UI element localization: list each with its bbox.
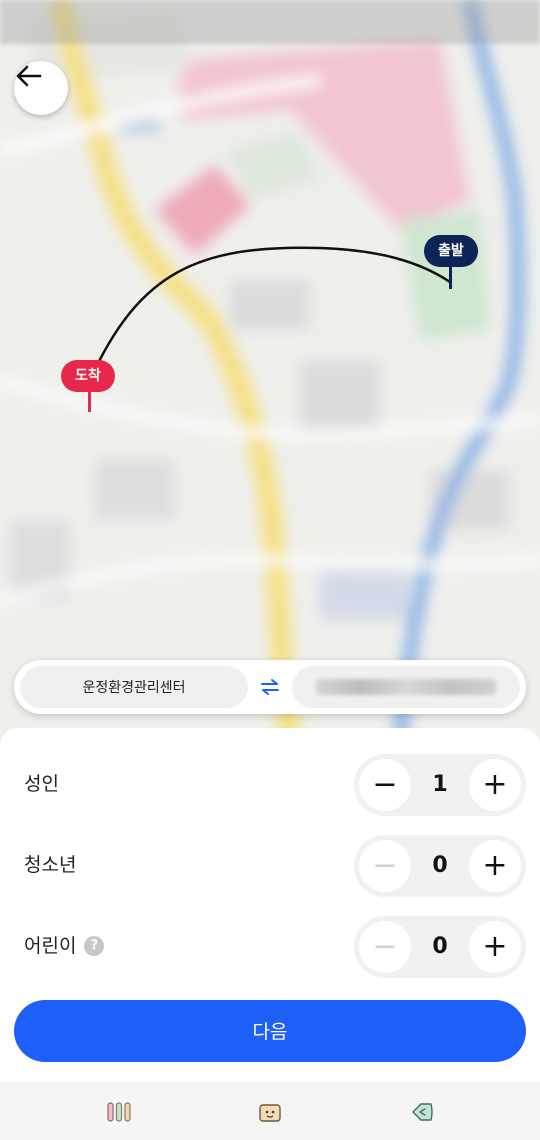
adult-count: 1	[432, 772, 448, 797]
passenger-row-youth: 청소년 − 0 +	[0, 833, 540, 897]
youth-count: 0	[432, 853, 448, 878]
youth-label: 청소년	[24, 854, 77, 876]
help-icon[interactable]: ?	[84, 936, 105, 956]
youth-stepper: − 0 +	[354, 835, 526, 897]
start-pin-stem	[449, 267, 453, 289]
swap-icon	[261, 679, 279, 695]
back-icon[interactable]	[408, 1098, 436, 1126]
adult-stepper: − 1 +	[354, 754, 526, 816]
youth-increment-button[interactable]: +	[469, 840, 521, 892]
adult-decrement-button[interactable]: −	[359, 759, 411, 811]
youth-decrement-button[interactable]: −	[359, 840, 411, 892]
child-label: 어린이	[24, 935, 77, 957]
status-bar	[0, 0, 540, 44]
next-button[interactable]: 다음	[14, 1000, 526, 1062]
end-pin[interactable]: 도착	[61, 360, 115, 412]
swap-route-button[interactable]	[258, 675, 282, 699]
destination-label-redacted	[316, 679, 496, 695]
start-pin-label: 출발	[424, 235, 478, 267]
route-bar: 운정환경관리센터	[14, 660, 526, 714]
map-view[interactable]: 출발 도착	[0, 0, 540, 740]
passenger-row-child: 어린이 ? − 0 +	[0, 914, 540, 978]
child-decrement-button[interactable]: −	[359, 921, 411, 973]
child-stepper: − 0 +	[354, 916, 526, 978]
passenger-label: 성인	[24, 752, 59, 816]
arrow-left-icon	[16, 65, 42, 87]
destination-field[interactable]	[292, 666, 520, 708]
adult-label: 성인	[24, 773, 59, 795]
passenger-row-adult: 성인 − 1 +	[0, 752, 540, 816]
end-pin-label: 도착	[61, 360, 115, 392]
start-pin[interactable]: 출발	[424, 235, 478, 289]
passenger-label: 어린이 ?	[24, 914, 105, 978]
home-icon[interactable]	[256, 1098, 284, 1126]
origin-field[interactable]: 운정환경관리센터	[20, 666, 248, 708]
end-pin-stem	[88, 392, 91, 412]
child-increment-button[interactable]: +	[469, 921, 521, 973]
system-nav-bar	[0, 1082, 540, 1140]
origin-label: 운정환경관리센터	[82, 680, 186, 696]
recent-apps-icon[interactable]	[105, 1098, 133, 1126]
back-button[interactable]	[14, 61, 68, 115]
passenger-label: 청소년	[24, 833, 76, 897]
adult-increment-button[interactable]: +	[469, 759, 521, 811]
child-count: 0	[432, 934, 448, 959]
